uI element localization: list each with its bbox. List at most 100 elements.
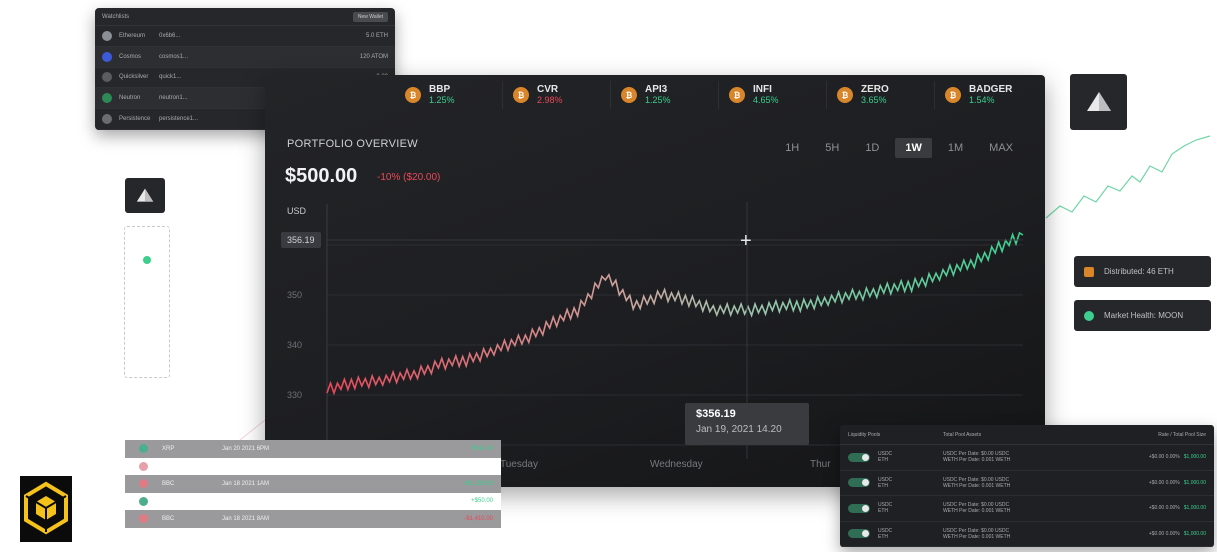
y-tick-label: 350 bbox=[287, 290, 302, 300]
neutron-icon bbox=[102, 93, 112, 104]
transaction-row[interactable]: BBC Jan 18 2021 1AM +$1,128.00 bbox=[125, 475, 501, 493]
pool-toggle[interactable] bbox=[848, 529, 870, 539]
wallet-name: Quicksilver bbox=[119, 74, 149, 81]
transaction-amount: +$50.00 bbox=[471, 498, 493, 505]
tooltip-value: $356.19 bbox=[696, 408, 736, 420]
pool-rate: +$0.00 0.00% bbox=[1148, 530, 1180, 537]
y-tick-label: 340 bbox=[287, 340, 302, 350]
liquidity-pools-card: Liquidity Pools Total Pool Assets Rate /… bbox=[840, 425, 1214, 547]
transaction-row[interactable]: XRP Jan 20 2021 6PM $542.00 bbox=[125, 440, 501, 458]
x-tick-label: Thur bbox=[810, 459, 831, 470]
pool-details: USDC Per Date: $0.00 USDC WETH Per Date: … bbox=[943, 502, 1149, 514]
pool-toggle[interactable] bbox=[848, 452, 870, 462]
pool-token-b: ETH bbox=[878, 457, 888, 464]
pool-value: $1,000.00 bbox=[1183, 530, 1206, 537]
pool-detail-b: WETH Per Date: 0.001 WETH bbox=[943, 533, 1011, 540]
crosshair-icon: + bbox=[740, 230, 752, 252]
wallets-header: Watchlists New Wallet bbox=[95, 8, 395, 26]
data-point bbox=[354, 382, 356, 384]
pool-details: USDC Per Date: $0.00 USDC WETH Per Date: … bbox=[943, 528, 1149, 540]
transaction-asset: BBC bbox=[162, 480, 175, 487]
transactions-table: XRP Jan 20 2021 6PM $542.00 BBC Jan 18 2021 … bbox=[125, 440, 501, 528]
pool-pair: USDC ETH bbox=[878, 528, 943, 540]
new-wallet-button[interactable]: New Wallet bbox=[352, 11, 388, 22]
pool-rate: +$0.00 0.00% bbox=[1148, 479, 1180, 486]
wallet-address: 0x6b6... bbox=[159, 32, 181, 39]
wallets-title: Watchlists bbox=[102, 13, 130, 20]
wallet-name: Neutron bbox=[119, 95, 141, 102]
liquidity-header: Liquidity Pools Total Pool Assets Rate /… bbox=[840, 425, 1214, 445]
pool-value: $1,000.00 bbox=[1183, 505, 1206, 512]
liquidity-row[interactable]: USDC ETH USDC Per Date: $0.00 USDC WETH Per… bbox=[840, 496, 1214, 522]
pool-value: $1,000.00 bbox=[1183, 479, 1206, 486]
data-point bbox=[799, 304, 801, 306]
data-point bbox=[604, 274, 606, 276]
x-tick-label: Tuesday bbox=[500, 459, 538, 470]
data-point bbox=[688, 299, 690, 301]
status-dot-icon bbox=[143, 256, 151, 264]
transaction-amount: +$1,128.00 bbox=[462, 480, 493, 487]
cube-logo-icon bbox=[20, 476, 72, 542]
liquidity-row[interactable]: USDC ETH USDC Per Date: $0.00 USDC WETH Per… bbox=[840, 471, 1214, 496]
transaction-row[interactable] bbox=[125, 457, 501, 475]
wallet-address: cosmos1... bbox=[159, 53, 189, 60]
transaction-date: Jan 18 2021 8AM bbox=[222, 515, 270, 522]
data-point bbox=[382, 379, 384, 381]
status-dot-icon bbox=[139, 496, 148, 506]
chart-tooltip: $356.19 Jan 19, 2021 14.20 bbox=[685, 403, 809, 445]
pool-detail-b: WETH Per Date: 0.001 WETH bbox=[943, 482, 1011, 489]
money-bag-icon bbox=[1084, 266, 1094, 277]
pyramid-logo-icon bbox=[136, 188, 154, 202]
transaction-amount: $542.00 bbox=[471, 445, 493, 452]
status-dot-icon bbox=[139, 444, 148, 454]
brand-logo-tile-small[interactable] bbox=[125, 178, 165, 213]
pool-token-b: ETH bbox=[878, 508, 888, 515]
brand-logo-tile[interactable] bbox=[1070, 74, 1127, 130]
pyramid-logo-icon bbox=[1086, 92, 1111, 111]
data-point bbox=[716, 309, 718, 311]
liquidity-col-assets: Total Pool Assets bbox=[943, 431, 982, 438]
wallet-row[interactable]: Ethereum 0x6b6... 5.0 ETH bbox=[95, 26, 395, 47]
market-health-badge: Market Health: MOON bbox=[1074, 300, 1211, 331]
pool-details: USDC Per Date: $0.00 USDC WETH Per Date: … bbox=[943, 477, 1149, 489]
pool-detail-b: WETH Per Date: 0.001 WETH bbox=[943, 508, 1011, 515]
persistence-icon bbox=[102, 114, 112, 125]
liquidity-col-rate: Rate / Total Pool Size bbox=[1158, 431, 1206, 438]
ethereum-icon bbox=[102, 30, 112, 41]
x-tick-label: Wednesday bbox=[650, 459, 703, 470]
wallet-name: Cosmos bbox=[119, 53, 142, 60]
wallet-name: Persistence bbox=[119, 116, 151, 123]
liquidity-title: Liquidity Pools bbox=[848, 431, 881, 438]
pool-pair: USDC ETH bbox=[878, 477, 943, 489]
pool-detail-b: WETH Per Date: 0.001 WETH bbox=[943, 457, 1011, 464]
liquidity-row[interactable]: USDC ETH USDC Per Date: $0.00 USDC WETH Per… bbox=[840, 522, 1214, 547]
wallet-balance: 120 ATOM bbox=[359, 53, 388, 60]
pool-value: $1,000.00 bbox=[1183, 454, 1206, 461]
status-dot-icon bbox=[139, 461, 148, 471]
wallet-name: Ethereum bbox=[119, 32, 146, 39]
quicksilver-icon bbox=[102, 72, 112, 83]
pool-token-b: ETH bbox=[878, 482, 888, 489]
transaction-row[interactable]: BBC Jan 18 2021 8AM -$1,410.00 bbox=[125, 510, 501, 528]
wallet-row[interactable]: Cosmos cosmos1... 120 ATOM bbox=[95, 46, 395, 68]
wallet-balance: 5.0 ETH bbox=[365, 32, 388, 39]
pool-token-b: ETH bbox=[878, 533, 888, 540]
distributed-badge: Distributed: 46 ETH bbox=[1074, 256, 1211, 287]
portfolio-series-line bbox=[326, 231, 1024, 396]
gem-icon bbox=[1084, 310, 1094, 321]
liquidity-row[interactable]: USDC ETH USDC Per Date: $0.00 USDC WETH Per… bbox=[840, 445, 1214, 471]
pool-toggle[interactable] bbox=[848, 478, 870, 488]
transaction-amount: -$1,410.00 bbox=[464, 515, 493, 522]
transaction-date: Jan 20 2021 6PM bbox=[222, 445, 270, 452]
pool-pair: USDC ETH bbox=[878, 502, 943, 514]
distributed-text: Distributed: 46 ETH bbox=[1104, 267, 1174, 276]
cursor-y-value: 356.19 bbox=[281, 232, 321, 249]
pool-toggle[interactable] bbox=[848, 503, 870, 513]
transaction-row[interactable]: +$50.00 bbox=[125, 492, 501, 510]
status-dot-icon bbox=[139, 479, 148, 489]
status-dot-icon bbox=[139, 514, 148, 524]
drop-zone bbox=[124, 226, 170, 378]
pool-pair: USDC ETH bbox=[878, 451, 943, 463]
y-tick-label: 330 bbox=[287, 390, 302, 400]
transaction-asset: BBC bbox=[162, 515, 175, 522]
